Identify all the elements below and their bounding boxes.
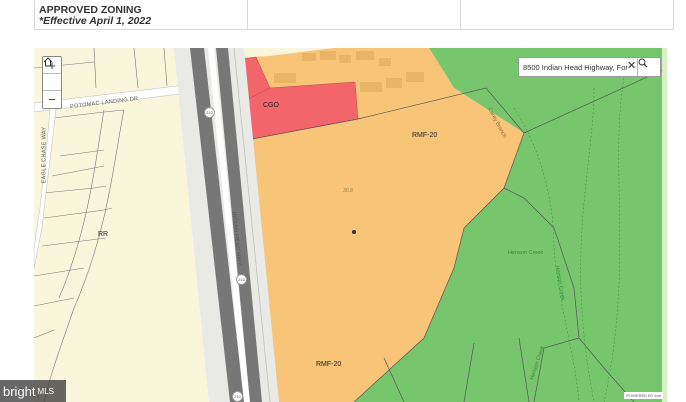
home-icon — [43, 57, 53, 67]
home-button[interactable] — [43, 57, 61, 91]
acreage-label: 30.8 — [343, 188, 353, 194]
esri-attribution[interactable]: POWERED BY esri — [624, 392, 663, 399]
zoning-header: APPROVED ZONING *Effective April 1, 2022 — [34, 0, 674, 30]
search-icon — [638, 58, 648, 68]
header-subtitle: *Effective April 1, 2022 — [39, 15, 152, 27]
parcel-point[interactable] — [352, 230, 356, 234]
watermark-suffix: MLS — [37, 386, 54, 396]
zoom-control: + − — [42, 56, 62, 109]
rmf-label-top: RMF-20 — [412, 132, 438, 139]
eagle-chase-label: EAGLE CHASE WAY — [41, 126, 48, 184]
search-button[interactable] — [637, 58, 660, 76]
rr-label: RR — [98, 231, 109, 238]
cgo-label: CGO — [263, 102, 279, 109]
header-cell-3 — [461, 0, 674, 29]
route-shield-3: 210 — [232, 391, 243, 402]
watermark-brand: bright — [3, 383, 36, 399]
zoom-out-button[interactable]: − — [43, 91, 61, 108]
brightmls-watermark: bright MLS — [0, 380, 66, 402]
clear-icon[interactable]: ✕ — [627, 59, 636, 72]
henson-creek-label-1: Henson Creek — [508, 250, 544, 256]
rmf-label-bottom: RMF-20 — [316, 361, 342, 368]
route-shield-2: 210 — [236, 274, 247, 285]
header-cell-1: APPROVED ZONING *Effective April 1, 2022 — [35, 0, 248, 29]
address-search: ✕ — [518, 57, 661, 77]
route-shield-1: 210 — [204, 107, 215, 118]
zoning-map[interactable]: + − ✕ CGO RMF-20 RMF-20 RR 30.8 POTOMAC … — [34, 48, 667, 402]
search-input[interactable] — [523, 60, 627, 74]
header-cell-2 — [248, 0, 461, 29]
map-edge — [662, 48, 667, 402]
